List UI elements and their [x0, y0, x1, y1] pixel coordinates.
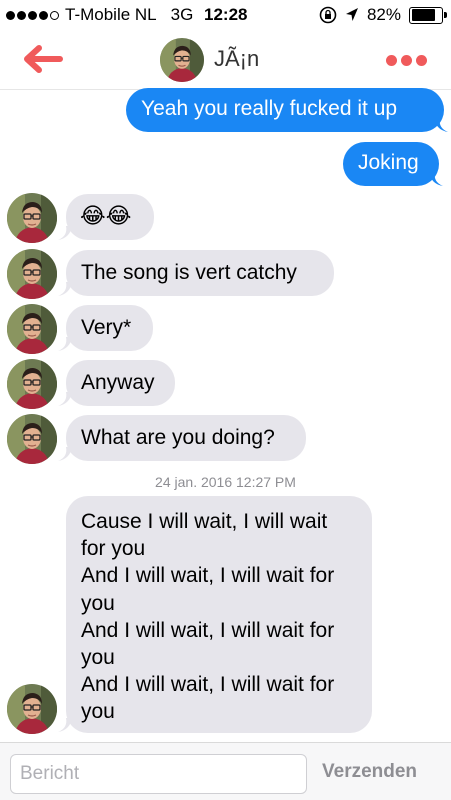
message-line: And I will wait, I will wait for — [81, 618, 335, 642]
incoming-message[interactable]: Anyway — [66, 360, 175, 406]
send-button[interactable]: Verzenden — [322, 761, 417, 783]
battery-icon — [409, 6, 447, 24]
battery-percent: 82% — [366, 5, 401, 24]
message-line: you — [81, 700, 115, 724]
incoming-message[interactable]: Cause I will wait, I will wait for you A… — [66, 496, 372, 733]
message-text: 😂😂 — [80, 203, 132, 228]
battery-fill — [411, 9, 436, 21]
status-left: T-Mobile NL 3G — [6, 5, 203, 25]
status-bar: T-Mobile NL 3G 12:28 82% — [0, 0, 451, 30]
contact-avatar[interactable] — [160, 38, 204, 82]
message-text: Very* — [81, 316, 132, 339]
person-photo-icon — [7, 249, 57, 299]
person-photo-icon — [7, 304, 57, 354]
contact-avatar[interactable] — [7, 193, 57, 243]
incoming-message[interactable]: Very* — [66, 305, 153, 351]
outgoing-message[interactable]: Yeah you really fucked it up — [126, 88, 444, 132]
message-text: The song is vert catchy — [81, 261, 297, 284]
message-text: Joking — [358, 151, 419, 174]
incoming-message[interactable]: What are you doing? — [66, 415, 306, 461]
bubble-tail — [58, 337, 72, 351]
message-line: And I will wait, I will wait for — [81, 564, 335, 588]
bubble-tail — [58, 226, 72, 240]
carrier-name: T-Mobile NL — [65, 5, 157, 24]
arrow-left-icon[interactable] — [20, 42, 64, 76]
three-dots-icon[interactable] — [386, 48, 430, 72]
incoming-message[interactable]: 😂😂 — [66, 194, 154, 240]
message-line: And I will wait, I will wait for — [81, 673, 335, 697]
person-photo-icon — [160, 38, 204, 82]
contact-avatar[interactable] — [7, 359, 57, 409]
contact-avatar[interactable] — [7, 304, 57, 354]
bubble-tail — [58, 718, 72, 732]
message-line: Cause I will wait, I will wait — [81, 510, 328, 533]
network-type: 3G — [170, 5, 194, 24]
message-composer: Verzenden — [0, 742, 451, 800]
person-photo-icon — [7, 684, 57, 734]
contact-avatar[interactable] — [7, 249, 57, 299]
message-line: for you — [81, 537, 146, 561]
contact-avatar[interactable] — [7, 414, 57, 464]
bubble-tail — [429, 172, 443, 186]
message-input[interactable] — [10, 754, 307, 794]
bubble-tail — [434, 118, 448, 132]
message-timestamp: 24 jan. 2016 12:27 PM — [155, 474, 296, 490]
outgoing-message[interactable]: Joking — [343, 142, 439, 186]
message-line: you — [81, 646, 115, 670]
signal-strength-icon — [6, 10, 59, 20]
chat-header: JÃ¡n — [0, 30, 451, 90]
status-time: 12:28 — [204, 5, 248, 24]
message-text: Anyway — [81, 371, 155, 394]
incoming-message[interactable]: The song is vert catchy — [66, 250, 334, 296]
bubble-tail — [58, 392, 72, 406]
contact-avatar[interactable] — [7, 684, 57, 734]
location-arrow-icon — [345, 8, 358, 21]
message-text: What are you doing? — [81, 426, 275, 449]
contact-name[interactable]: JÃ¡n — [214, 46, 259, 72]
message-text: Yeah you really fucked it up — [141, 97, 398, 120]
bubble-tail — [58, 282, 72, 296]
message-line: you — [81, 591, 115, 615]
bubble-tail — [58, 447, 72, 461]
status-right: 82% — [319, 5, 447, 25]
rotation-lock-icon — [319, 6, 337, 24]
person-photo-icon — [7, 359, 57, 409]
person-photo-icon — [7, 414, 57, 464]
person-photo-icon — [7, 193, 57, 243]
